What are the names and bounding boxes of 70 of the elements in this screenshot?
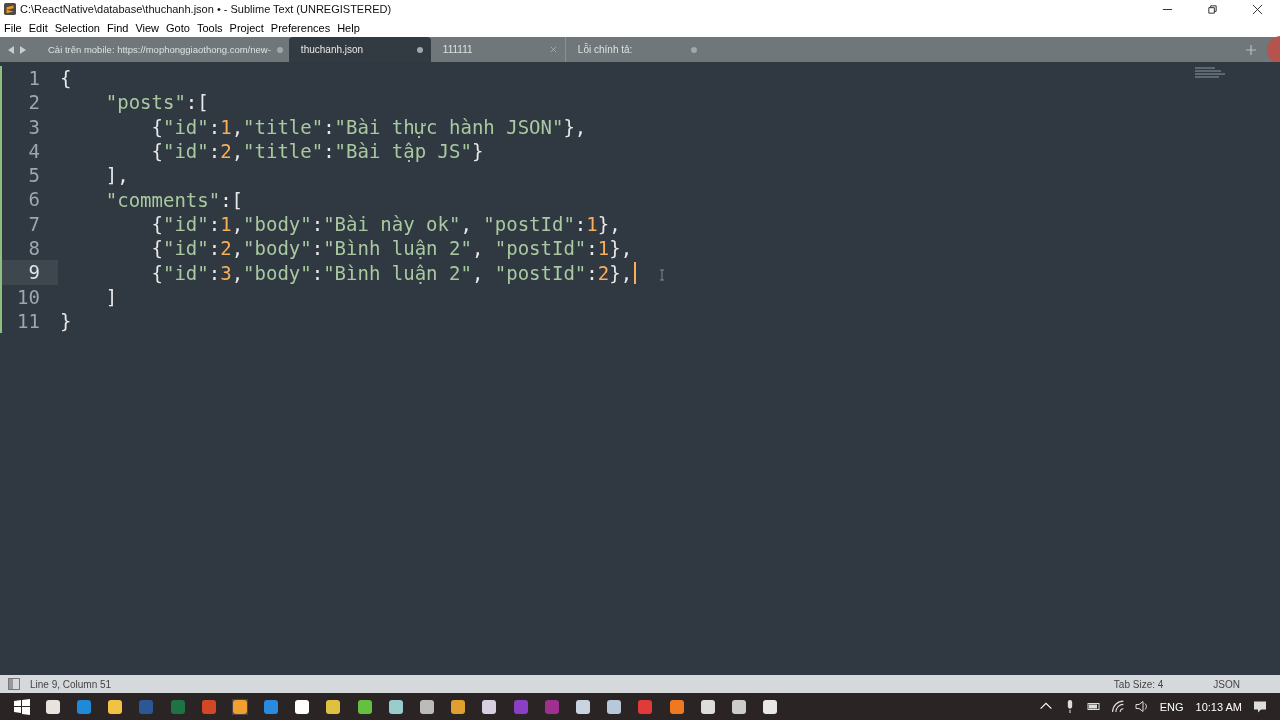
wifi-icon[interactable]: [1110, 700, 1125, 713]
code-line: {"id":3,"body":"Bình luận 2", "postId":2},: [60, 261, 637, 284]
taskbar-app-icon[interactable]: [574, 698, 591, 715]
line-number: 11: [16, 308, 41, 334]
code-line: {: [60, 67, 72, 90]
code-line: ]: [104, 285, 118, 308]
line-number: 3: [27, 114, 41, 139]
clock[interactable]: 10:13 AM: [1195, 700, 1242, 713]
cursor-position: Line 9, Column 51: [30, 678, 112, 690]
taskbar-app-icon[interactable]: [231, 698, 248, 715]
code-line: {"id":2,"title":"Bài tập JS"}: [150, 140, 484, 163]
menu-item[interactable]: Help: [337, 20, 360, 35]
line-number: 5: [27, 163, 41, 188]
menu-item[interactable]: Preferences: [270, 20, 331, 35]
unsaved-dot-icon: [690, 46, 697, 53]
taskbar-app-icon[interactable]: [606, 698, 623, 715]
taskbar-app-icon[interactable]: [325, 698, 342, 715]
input-language[interactable]: ENG: [1159, 700, 1184, 713]
panel-toggle-icon[interactable]: [8, 678, 20, 690]
menu-item[interactable]: Edit: [28, 20, 48, 35]
notification-icon[interactable]: [1253, 700, 1267, 713]
battery-icon[interactable]: [1086, 700, 1101, 713]
line-number: 2: [27, 90, 41, 115]
line-number: 8: [27, 236, 41, 261]
tab-scroll-arrows-icon[interactable]: [6, 44, 28, 55]
syntax-mode[interactable]: JSON: [1213, 678, 1240, 690]
restore-icon[interactable]: [1207, 3, 1218, 15]
editor-tab[interactable]: 111111: [430, 37, 565, 62]
app-logo-icon: [4, 3, 16, 15]
code-line: {"id":1,"title":"Bài thực hành JSON"},: [150, 115, 587, 138]
code-line: {"id":2,"body":"Bình luận 2", "postId":1},: [150, 237, 633, 260]
taskbar-app-icon[interactable]: [44, 698, 61, 715]
editor-tab[interactable]: Cài trên mobile: https://mophonggiaothong.com/new-: [36, 37, 289, 62]
taskbar-app-icon[interactable]: [481, 698, 498, 715]
line-number: 6: [27, 187, 41, 212]
start-icon[interactable]: [13, 698, 30, 715]
menu-item[interactable]: Goto: [166, 20, 190, 35]
taskbar-app-icon[interactable]: [450, 698, 467, 715]
line-number: 7: [27, 211, 41, 237]
line-number: 9: [2, 260, 58, 285]
taskbar-app-icon[interactable]: [107, 698, 124, 715]
menu-item[interactable]: Selection: [54, 20, 100, 35]
line-number: 4: [27, 138, 41, 164]
code-line: {"id":1,"body":"Bài này ok", "postId":1},: [150, 212, 621, 235]
menu-item[interactable]: Tools: [196, 20, 223, 35]
code-line: ],: [104, 164, 129, 187]
menu-item[interactable]: File: [4, 20, 22, 35]
taskbar-app-icon[interactable]: [419, 698, 436, 715]
line-number: 10: [16, 284, 41, 309]
taskbar-app-icon[interactable]: [294, 698, 311, 715]
window-title: C:\ReactNative\database\thuchanh.json • - Sublime Text (UNREGISTERED): [20, 3, 392, 15]
taskbar-app-icon[interactable]: [387, 698, 404, 715]
menu-item[interactable]: View: [135, 20, 160, 35]
taskbar-app-icon[interactable]: [762, 698, 779, 715]
code-line: }: [60, 310, 72, 333]
tab-size[interactable]: Tab Size: 4: [1113, 678, 1164, 690]
unsaved-dot-icon: [276, 46, 283, 53]
code-line: "posts":[: [104, 91, 209, 114]
taskbar-app-icon[interactable]: [356, 698, 373, 715]
menu-item[interactable]: Project: [229, 20, 264, 35]
taskbar-app-icon[interactable]: [730, 698, 747, 715]
menu-item[interactable]: Find: [106, 20, 129, 35]
text-cursor-icon: [659, 269, 665, 281]
unsaved-dot-icon: [416, 46, 423, 53]
taskbar-app-icon[interactable]: [699, 698, 716, 715]
code-line: "comments":[: [104, 188, 244, 211]
speaker-icon[interactable]: [1134, 700, 1149, 713]
editor-tab[interactable]: thuchanh.json: [288, 37, 431, 62]
line-number: 1: [27, 66, 41, 91]
close-icon[interactable]: [1252, 3, 1263, 15]
